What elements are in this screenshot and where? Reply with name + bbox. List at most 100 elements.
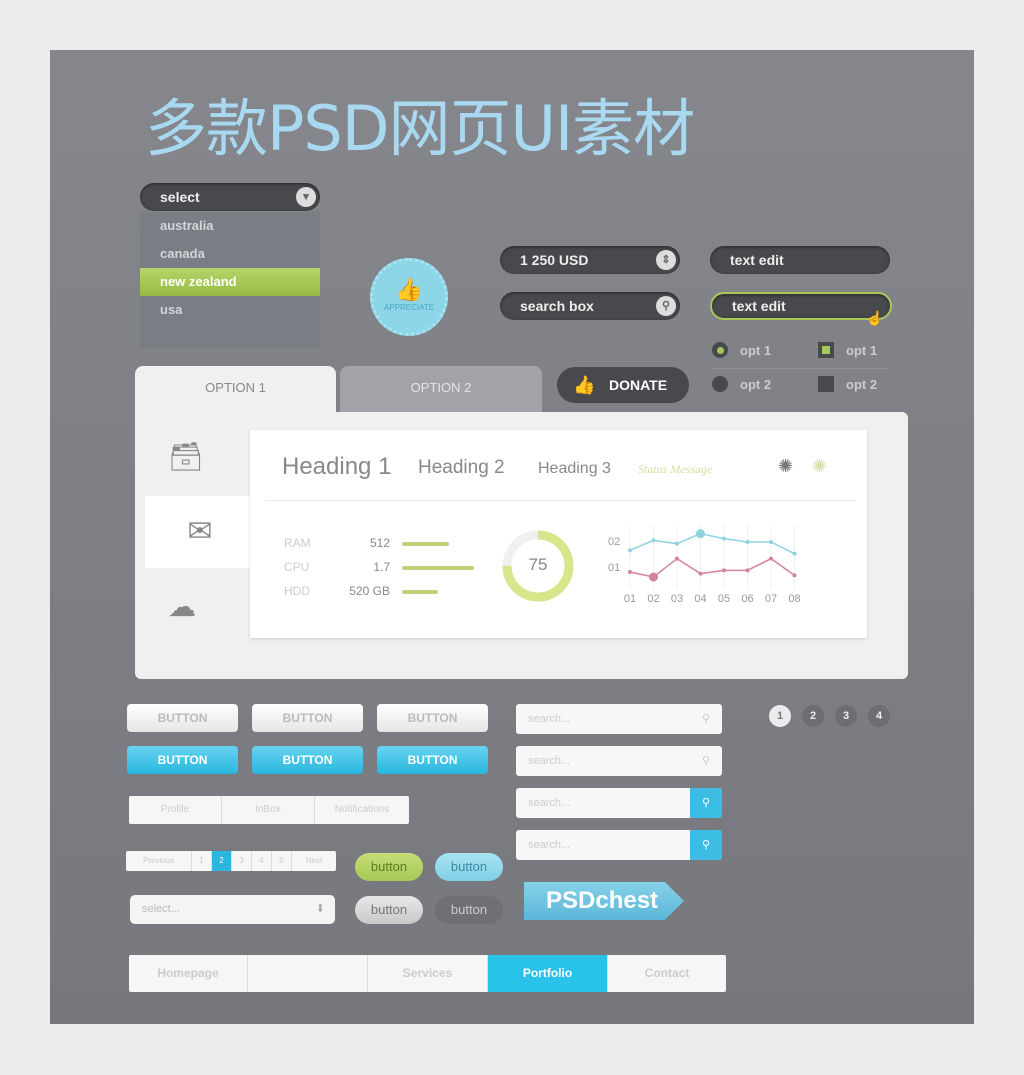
tab-option-1[interactable]: OPTION 1 bbox=[135, 366, 336, 412]
search-icon[interactable]: ⚲ bbox=[690, 704, 722, 734]
page-button[interactable]: 3 bbox=[835, 705, 857, 727]
data-point bbox=[792, 551, 797, 556]
chevron-down-icon: ▾ bbox=[296, 187, 316, 207]
stat-bar bbox=[402, 542, 449, 546]
blue-button[interactable]: BUTTON bbox=[252, 746, 363, 774]
search-input[interactable]: search... ⚲ bbox=[516, 830, 722, 860]
radio-opt1[interactable]: opt 1 bbox=[712, 342, 771, 358]
x-tick-label: 07 bbox=[765, 593, 777, 605]
white-button[interactable]: BUTTON bbox=[252, 704, 363, 732]
search-icon[interactable]: ⚲ bbox=[690, 788, 722, 818]
checkbox-opt1[interactable]: opt 1 bbox=[818, 342, 877, 358]
nav-portfolio[interactable]: Portfolio bbox=[488, 955, 608, 992]
pagination-page[interactable]: 5 bbox=[272, 851, 292, 871]
search-input[interactable]: search... ⚲ bbox=[516, 788, 722, 818]
page-button[interactable]: 1 bbox=[769, 705, 791, 727]
thumbs-up-icon: 👍 bbox=[395, 277, 423, 302]
data-point bbox=[651, 538, 656, 543]
heading-3: Heading 3 bbox=[538, 460, 611, 477]
appreciate-badge[interactable]: 👍 APPRECIATE bbox=[370, 258, 448, 336]
pagination-page[interactable]: 3 bbox=[232, 851, 252, 871]
stat-label: RAM bbox=[284, 536, 311, 550]
data-point bbox=[722, 568, 726, 573]
y-tick-label: 01 bbox=[608, 562, 620, 574]
grey-button[interactable]: button bbox=[355, 896, 423, 924]
nav-blank[interactable] bbox=[248, 955, 368, 992]
blue-button[interactable]: button bbox=[435, 853, 503, 881]
pagination-previous[interactable]: Previous bbox=[126, 851, 192, 871]
cloud-upload-icon[interactable]: ☁ bbox=[168, 590, 196, 623]
page-button[interactable]: 2 bbox=[802, 705, 824, 727]
stat-label: CPU bbox=[284, 560, 310, 574]
data-point bbox=[745, 540, 750, 544]
option-new-zealand[interactable]: new zealand bbox=[140, 268, 320, 296]
heading-2: Heading 2 bbox=[418, 457, 505, 478]
mail-icon[interactable]: ✉ bbox=[145, 496, 255, 568]
segmented-tabs: Profile InBox Notifications bbox=[129, 796, 409, 824]
pagination-page[interactable]: 4 bbox=[252, 851, 272, 871]
data-point bbox=[745, 568, 750, 573]
page-title: 多款PSD网页UI素材 bbox=[145, 92, 695, 165]
currency-input[interactable]: 1 250 USD ⇕ bbox=[500, 246, 680, 274]
search-placeholder: search... bbox=[528, 713, 571, 725]
checkbox-checked-icon bbox=[818, 342, 834, 358]
hand-cursor-icon: ☝ bbox=[866, 310, 884, 326]
option-usa[interactable]: usa bbox=[140, 296, 320, 324]
text-edit-focused[interactable]: text edit bbox=[710, 292, 892, 320]
search-placeholder: search... bbox=[528, 839, 571, 851]
green-button[interactable]: button bbox=[355, 853, 423, 881]
x-tick-label: 06 bbox=[741, 593, 753, 605]
data-point bbox=[769, 540, 773, 544]
search-icon[interactable]: ⚲ bbox=[690, 830, 722, 860]
search-icon[interactable]: ⚲ bbox=[656, 296, 676, 316]
dark-button[interactable]: button bbox=[435, 896, 503, 924]
checkbox-icon bbox=[818, 376, 834, 392]
pagination-page-active[interactable]: 2 bbox=[212, 851, 232, 871]
data-point bbox=[675, 541, 679, 546]
white-button[interactable]: BUTTON bbox=[127, 704, 238, 732]
text-edit-input[interactable]: text edit bbox=[710, 246, 890, 274]
tab-option-2[interactable]: OPTION 2 bbox=[340, 366, 542, 412]
thumbs-up-icon: 👍 bbox=[573, 375, 596, 395]
white-button[interactable]: BUTTON bbox=[377, 704, 488, 732]
data-point bbox=[628, 570, 632, 574]
search-box[interactable]: search box ⚲ bbox=[500, 292, 680, 320]
radio-opt2[interactable]: opt 2 bbox=[712, 376, 771, 392]
divider bbox=[266, 500, 856, 501]
data-point bbox=[649, 572, 658, 582]
search-value: search box bbox=[520, 298, 594, 314]
nav-contact[interactable]: Contact bbox=[608, 955, 726, 992]
checkbox-opt2[interactable]: opt 2 bbox=[818, 376, 877, 392]
pagination-next[interactable]: Next bbox=[292, 851, 336, 871]
dropdown-list: australia canada new zealand usa bbox=[140, 212, 320, 348]
pagination-page[interactable]: 1 bbox=[192, 851, 212, 871]
segment-profile[interactable]: Profile bbox=[129, 796, 222, 824]
main-nav: Homepage Services Portfolio Contact bbox=[129, 955, 726, 992]
page-button[interactable]: 4 bbox=[868, 705, 890, 727]
checkbox-label: opt 2 bbox=[846, 376, 878, 392]
segment-inbox[interactable]: InBox bbox=[222, 796, 315, 824]
stat-bar bbox=[402, 590, 438, 594]
select-dropdown[interactable]: select ▾ bbox=[140, 183, 320, 211]
segment-notifications[interactable]: Notifications bbox=[315, 796, 409, 824]
inbox-tray-icon[interactable]: 🗃 bbox=[168, 440, 204, 473]
nav-homepage[interactable]: Homepage bbox=[129, 955, 248, 992]
blue-button[interactable]: BUTTON bbox=[127, 746, 238, 774]
option-canada[interactable]: canada bbox=[140, 240, 320, 268]
nav-services[interactable]: Services bbox=[368, 955, 488, 992]
radio-label: opt 2 bbox=[740, 376, 772, 392]
select-field[interactable]: select... ⬇ bbox=[130, 895, 335, 924]
stepper-icon[interactable]: ⇕ bbox=[656, 250, 676, 270]
option-australia[interactable]: australia bbox=[140, 212, 320, 240]
x-tick-label: 02 bbox=[647, 593, 659, 605]
search-input[interactable]: search... ⚲ bbox=[516, 704, 722, 734]
search-input[interactable]: search... ⚲ bbox=[516, 746, 722, 776]
gauge-value: 75 bbox=[528, 555, 548, 574]
blue-button[interactable]: BUTTON bbox=[377, 746, 488, 774]
currency-value: 1 250 USD bbox=[520, 252, 589, 268]
x-tick-label: 05 bbox=[718, 593, 730, 605]
donate-button[interactable]: 👍 DONATE bbox=[557, 367, 689, 403]
search-icon[interactable]: ⚲ bbox=[690, 746, 722, 776]
select-placeholder: select... bbox=[142, 903, 180, 915]
data-point bbox=[698, 571, 703, 576]
